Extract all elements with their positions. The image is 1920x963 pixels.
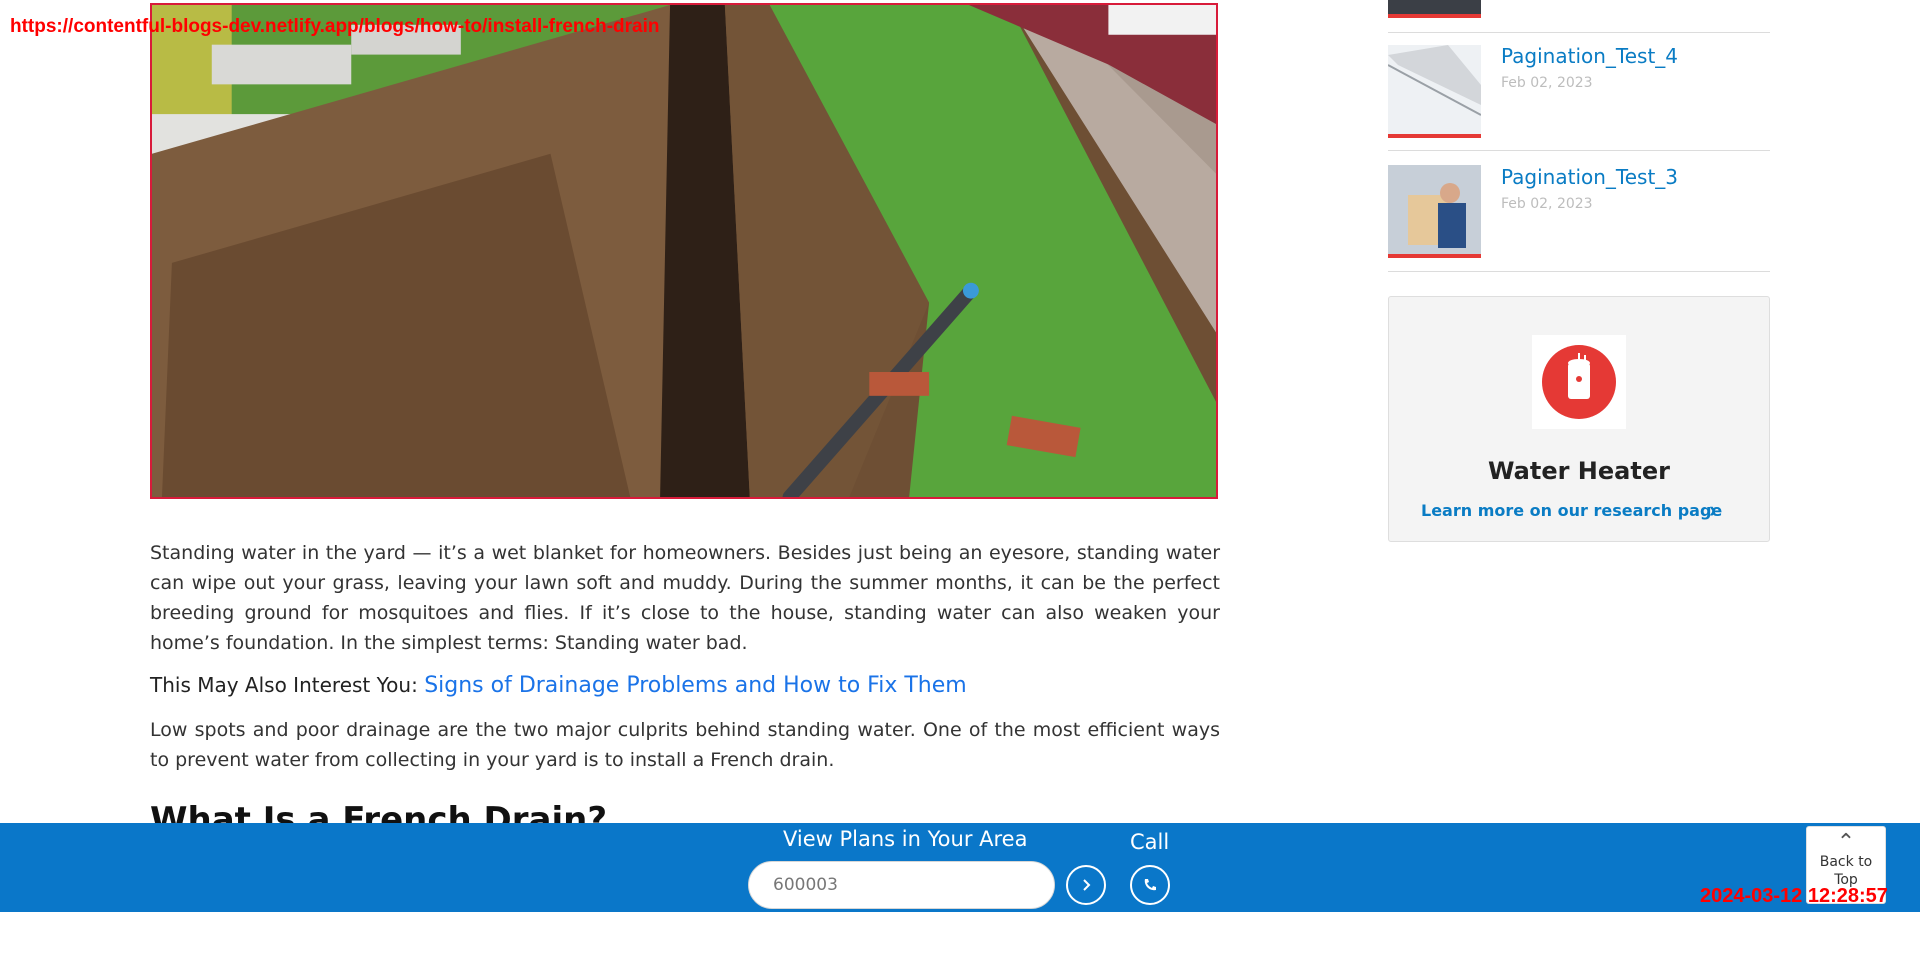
article-paragraph-1: Standing water in the yard — it’s a wet … [150,542,1220,654]
phone-icon [1144,879,1156,891]
chevron-up-icon: ⌃ [1836,830,1856,855]
water-heater-icon [1532,335,1626,429]
post-thumbnail [1388,45,1481,138]
plans-bar: View Plans in Your Area Call [0,823,1920,912]
post-date: Feb 02, 2023 [1501,196,1593,212]
chevron-right-icon[interactable]: › [1709,497,1716,523]
post-date: Feb 02, 2023 [1501,75,1593,91]
chevron-right-icon [1083,879,1091,891]
back-to-top-label: Back to Top [1819,854,1873,888]
article-body: Standing water in the yard — it’s a wet … [150,538,1220,787]
related-article-link[interactable]: Signs of Drainage Problems and How to Fi… [424,673,967,698]
post-title[interactable]: Pagination_Test_3 [1501,165,1678,189]
sidebar-post[interactable]: Pagination_Test_3 Feb 02, 2023 [1388,151,1770,272]
research-page-link[interactable]: Learn more on our research page [1421,501,1722,520]
plans-bar-title: View Plans in Your Area [783,827,1028,851]
sidebar-post[interactable]: Pagination_Test_4 Feb 02, 2023 [1388,32,1770,151]
post-thumbnail [1388,0,1481,18]
research-card: Water Heater Learn more on our research … [1388,296,1770,542]
url-overlay: https://contentful-blogs-dev.netlify.app… [10,16,660,37]
card-title: Water Heater [1488,457,1670,485]
zip-code-input[interactable] [748,861,1055,909]
call-label: Call [1130,830,1170,854]
sidebar-post-partial[interactable] [1388,0,1770,33]
article-paragraph-2: Low spots and poor drainage are the two … [150,719,1220,771]
post-thumbnail [1388,165,1481,258]
related-article-label: This May Also Interest You: [150,673,418,697]
timestamp-overlay: 2024-03-12 12:28:57 [1700,885,1888,907]
submit-zip-button[interactable] [1066,865,1106,905]
hero-image [150,3,1218,499]
call-button[interactable] [1130,865,1170,905]
related-article-callout: This May Also Interest You: Signs of Dra… [150,670,1220,701]
post-title[interactable]: Pagination_Test_4 [1501,44,1678,68]
